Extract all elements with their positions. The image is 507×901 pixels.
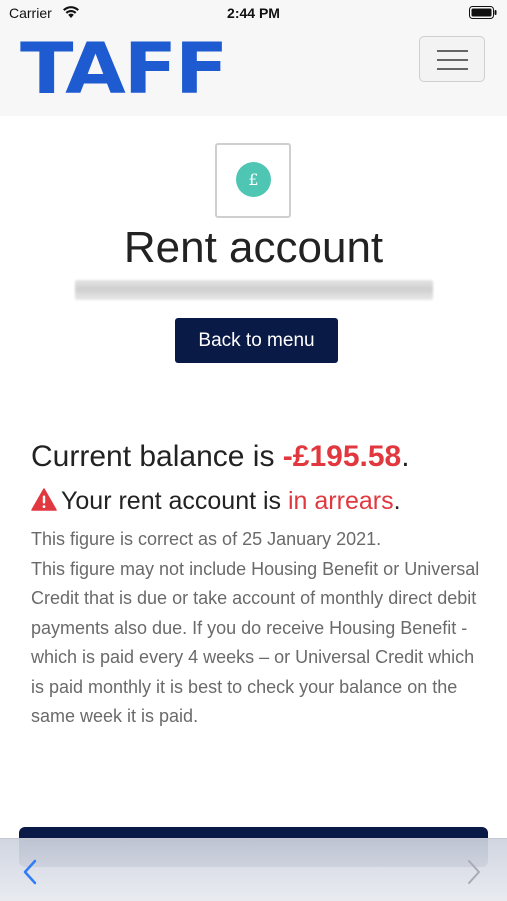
clock-time: 2:44 PM [227,5,280,21]
redacted-account-details [75,280,433,300]
top-navbar: TAFF [0,26,507,116]
info-benefit-note: This figure may not include Housing Bene… [31,558,480,727]
balance-amount: -£195.58 [282,440,402,473]
hamburger-line [437,50,468,52]
balance-suffix: . [401,440,410,473]
taff-logo[interactable]: TAFF [20,34,228,104]
balance-info-text: This figure is correct as of 25 January … [31,525,481,732]
arrears-notice: Your rent account is in arrears. [31,487,401,518]
hamburger-line [437,59,468,61]
info-date-line: This figure is correct as of 25 January … [31,529,382,549]
hamburger-line [437,68,468,70]
back-arrow-icon[interactable] [22,859,38,890]
warning-icon [31,488,57,518]
pound-coin-icon: £ [236,162,271,197]
arrears-suffix: . [393,487,401,515]
back-to-menu-button[interactable]: Back to menu [175,318,338,363]
status-bar: Carrier 2:44 PM [0,0,507,26]
balance-prefix: Current balance is [31,440,283,473]
forward-arrow-icon[interactable] [466,859,482,890]
browser-toolbar [0,838,507,901]
battery-icon [469,6,497,22]
menu-toggle-button[interactable] [419,36,485,82]
arrears-status: in arrears [288,487,394,515]
current-balance: Current balance is -£195.58. [31,440,410,474]
rent-icon-box: £ [215,143,291,218]
arrears-prefix: Your rent account is [61,487,288,515]
page-title: Rent account [123,223,384,272]
